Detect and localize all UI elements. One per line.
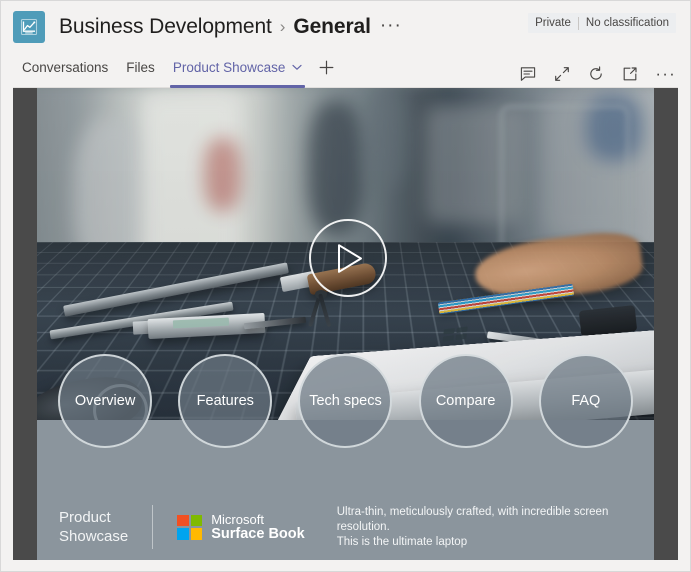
showcase-nav: Overview Features Tech specs Compare FAQ	[37, 354, 654, 448]
brand-row: Product Showcase Microsoft Surface Book	[37, 494, 654, 560]
classification-label: No classification	[585, 17, 669, 29]
breadcrumb-team-name[interactable]: Business Development	[59, 15, 272, 39]
showcase-title: Product Showcase	[59, 509, 129, 545]
brand-band: Overview Features Tech specs Compare FAQ	[37, 354, 654, 560]
product-showcase-stage: Overview Features Tech specs Compare FAQ	[13, 88, 678, 560]
product-model: Surface Book	[211, 526, 305, 542]
open-in-new-window-icon[interactable]	[621, 65, 638, 82]
product-name: Microsoft Surface Book	[211, 512, 304, 542]
nav-circle-compare[interactable]: Compare	[418, 354, 513, 448]
privacy-label: Private	[535, 17, 571, 29]
badge-divider	[577, 16, 579, 30]
tab-label: Files	[126, 59, 155, 75]
compass-head-shape	[314, 290, 327, 299]
brand-divider	[152, 505, 154, 549]
background-object	[364, 88, 408, 188]
channel-header: Business Development › General ··· Priva…	[1, 1, 690, 53]
tab-conversations[interactable]: Conversations	[13, 53, 117, 88]
play-triangle-icon[interactable]	[308, 219, 387, 297]
tab-content-area: Overview Features Tech specs Compare FAQ	[1, 88, 690, 571]
tab-files[interactable]: Files	[117, 53, 164, 88]
breadcrumb-channel-name[interactable]: General	[293, 15, 371, 39]
tab-list: Conversations Files Product Showcase	[13, 53, 341, 88]
breadcrumb-separator-icon: ›	[279, 17, 286, 36]
compass-shape	[290, 290, 352, 328]
tab-strip: Conversations Files Product Showcase ···	[1, 53, 690, 88]
nav-circle-features[interactable]: Features	[178, 354, 273, 448]
nav-circle-label: FAQ	[571, 393, 601, 409]
channel-more-options-icon[interactable]: ···	[380, 15, 402, 37]
nav-circle-label: Overview	[74, 393, 136, 409]
add-tab-button[interactable]	[311, 53, 341, 88]
background-object	[203, 137, 241, 211]
teams-app-window: Business Development › General ··· Priva…	[0, 0, 691, 572]
product-brand: Microsoft	[211, 512, 264, 527]
line-chart-icon	[13, 11, 45, 43]
nav-circle-faq[interactable]: FAQ	[538, 354, 633, 448]
more-options-icon[interactable]: ···	[655, 65, 676, 82]
microsoft-logo-icon	[177, 514, 203, 540]
tab-product-showcase[interactable]: Product Showcase	[164, 53, 312, 88]
showcase-media: Overview Features Tech specs Compare FAQ	[37, 88, 654, 560]
chat-icon[interactable]	[519, 65, 536, 82]
refresh-icon[interactable]	[587, 65, 604, 82]
nav-circle-label: Tech specs	[309, 393, 382, 409]
nav-circle-label: Features	[196, 393, 254, 409]
nav-circle-label: Compare	[435, 393, 496, 409]
tab-label: Conversations	[22, 59, 109, 75]
tab-label: Product Showcase	[172, 59, 286, 75]
product-tagline: Ultra-thin, meticulously crafted, with i…	[336, 505, 609, 548]
chevron-down-icon[interactable]	[292, 64, 302, 71]
background-object	[308, 101, 364, 235]
classification-badge: Private No classification	[528, 13, 676, 33]
nav-circle-overview[interactable]: Overview	[58, 354, 153, 448]
breadcrumb: Business Development › General ···	[59, 15, 402, 39]
nav-circle-tech-specs[interactable]: Tech specs	[298, 354, 393, 448]
tab-toolbar: ···	[519, 65, 676, 82]
expand-icon[interactable]	[553, 65, 570, 82]
